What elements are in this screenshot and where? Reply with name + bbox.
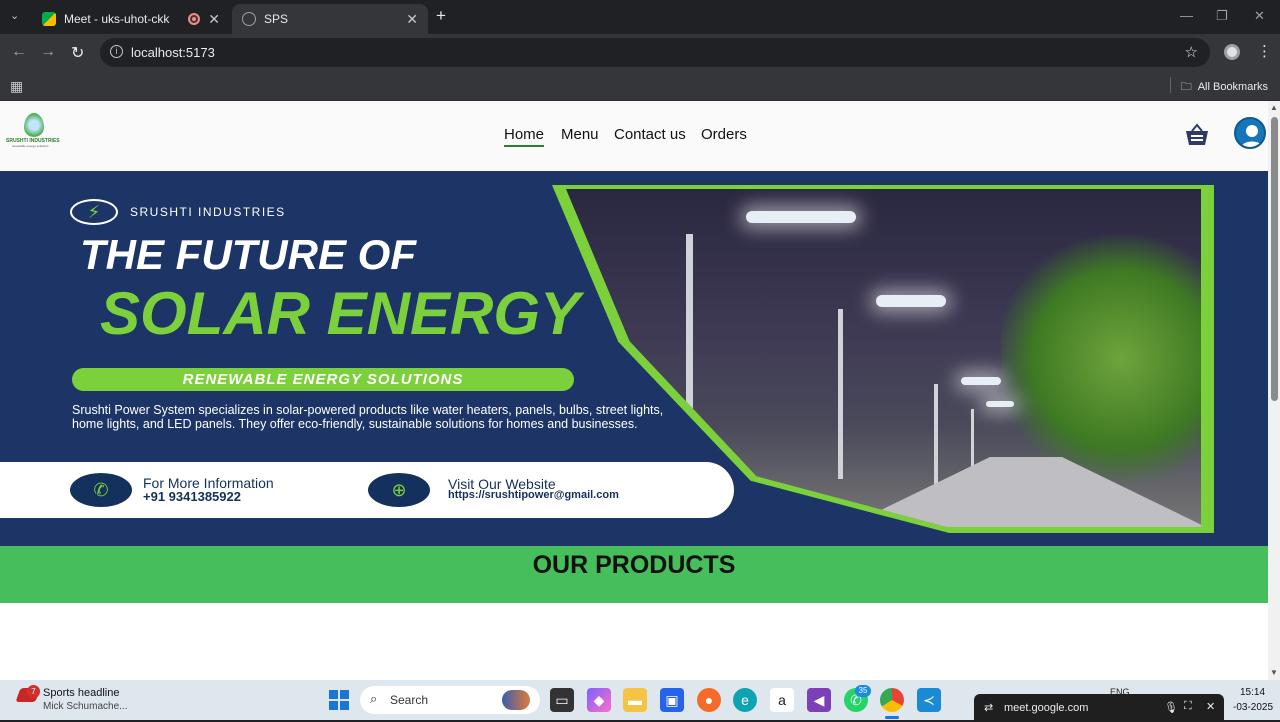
scroll-up-arrow-icon[interactable]: ▲	[1270, 103, 1278, 112]
nav-contact-us[interactable]: Contact us	[614, 126, 686, 143]
browser-toolbar: ← → ↻ i localhost:5173 ☆ ⋮	[0, 34, 1280, 71]
bookmarks-divider	[1170, 77, 1171, 93]
meet-label: meet.google.com	[1004, 702, 1089, 714]
street-pole	[838, 309, 843, 479]
whatsapp-badge: 35	[855, 685, 871, 697]
file-explorer-icon[interactable]: ▬	[623, 688, 647, 712]
close-tab-icon[interactable]: ✕	[406, 11, 418, 28]
taskbar-search[interactable]: ⌕ Search	[360, 686, 540, 714]
reload-icon[interactable]: ↻	[71, 43, 84, 63]
amazon-icon[interactable]: a	[770, 688, 794, 712]
web-page: SRUSHTI INDUSTRIES renewable energy solu…	[0, 101, 1268, 680]
products-section-header: OUR PRODUCTS	[0, 546, 1268, 603]
more-menu-icon[interactable]: ⋮	[1257, 42, 1272, 60]
sharing-settings-icon[interactable]: ⇄	[984, 701, 993, 714]
tab-sps-title: SPS	[264, 12, 289, 26]
lightning-bolt-icon: ⚡	[70, 199, 118, 225]
street-pole	[934, 384, 938, 484]
copilot-icon[interactable]: ◆	[587, 688, 611, 712]
website-value: https://srushtipower@gmail.com	[448, 489, 619, 501]
search-icon: ⌕	[370, 691, 378, 706]
banner-pill: RENEWABLE ENERGY SOLUTIONS	[72, 368, 574, 391]
task-view-icon[interactable]: ▭	[550, 688, 574, 712]
nav-menu[interactable]: Menu	[561, 126, 599, 143]
tab-sps[interactable]: SPS ✕	[232, 4, 428, 34]
news-badge: 7	[27, 685, 40, 698]
chrome-active-indicator	[885, 716, 899, 719]
minimize-icon[interactable]: —	[1180, 8, 1193, 23]
browser-tab-strip: ⌄ Meet - uks-uhot-ckk ✕ SPS ✕ + — ❐ ✕	[0, 0, 1280, 34]
new-tab-plus-icon[interactable]: +	[436, 6, 446, 26]
street-pole	[686, 234, 693, 474]
back-arrow-icon[interactable]: ←	[11, 43, 27, 61]
tab-search-dropdown-icon[interactable]: ⌄	[10, 9, 19, 22]
phone-icon: ✆	[70, 473, 132, 507]
meet-sharing-bar: ⇄ meet.google.com 🎙 ⛶ ✕	[974, 694, 1224, 722]
banner-contact-strip: ✆ For More Information +91 9341385922 ⊕ …	[0, 462, 734, 518]
nav-orders[interactable]: Orders	[701, 126, 747, 143]
close-tab-icon[interactable]: ✕	[208, 11, 220, 28]
all-bookmarks[interactable]: 🗀 All Bookmarks	[1181, 78, 1268, 97]
search-highlight-icon	[502, 690, 530, 710]
clock-date[interactable]: -03-2025	[1233, 702, 1273, 713]
close-sharing-icon[interactable]: ✕	[1206, 700, 1215, 713]
bookmark-star-icon[interactable]: ☆	[1185, 43, 1198, 61]
hero-banner: ⚡ SRUSHTI INDUSTRIES THE FUTURE OF SOLAR…	[0, 171, 1268, 546]
windows-taskbar: 7 Sports headline Mick Schumache... ⌕ Se…	[0, 680, 1280, 722]
nav-home[interactable]: Home	[504, 126, 545, 147]
forward-arrow-icon[interactable]: →	[40, 43, 56, 61]
profile-avatar-icon[interactable]	[1224, 44, 1240, 60]
page-scrollbar[interactable]: ▲ ▼	[1268, 101, 1280, 680]
street-lamp	[746, 211, 856, 223]
clock-time[interactable]: 15:14	[1240, 687, 1265, 698]
logo-tagline: renewable energy solutions	[12, 144, 49, 148]
all-bookmarks-label: All Bookmarks	[1197, 81, 1268, 93]
bookmarks-bar: ▦ 🗀 All Bookmarks	[0, 71, 1280, 101]
news-title[interactable]: Sports headline	[43, 687, 119, 699]
edge-icon[interactable]: e	[733, 688, 757, 712]
site-navbar: SRUSHTI INDUSTRIES renewable energy solu…	[0, 101, 1268, 171]
trees	[1001, 229, 1201, 489]
site-info-icon[interactable]: i	[110, 45, 123, 58]
meet-favicon-icon	[42, 12, 56, 26]
apps-grid-icon[interactable]: ▦	[10, 78, 23, 95]
firefox-icon[interactable]: ●	[697, 688, 721, 712]
microphone-icon[interactable]: 🎙	[1164, 701, 1178, 714]
fullscreen-icon[interactable]: ⛶	[1184, 700, 1192, 713]
tab-meet-title: Meet - uks-uhot-ckk	[64, 12, 170, 26]
globe-icon: ⊕	[368, 473, 430, 507]
chrome-icon[interactable]	[880, 688, 904, 712]
leaf-drop-icon	[24, 113, 44, 137]
news-subtitle[interactable]: Mick Schumache...	[43, 701, 127, 712]
scrollbar-thumb[interactable]	[1271, 117, 1278, 401]
banner-headline-2: SOLAR ENERGY	[100, 280, 581, 347]
globe-favicon-icon	[242, 12, 256, 26]
maximize-icon[interactable]: ❐	[1216, 8, 1228, 24]
recording-icon	[188, 13, 200, 25]
close-window-icon[interactable]: ✕	[1254, 8, 1265, 24]
windows-start-icon[interactable]	[329, 690, 349, 710]
banner-brand: SRUSHTI INDUSTRIES	[130, 205, 286, 219]
address-url[interactable]: localhost:5173	[131, 45, 215, 60]
visual-studio-icon[interactable]: ◀	[807, 688, 831, 712]
tab-meet[interactable]: Meet - uks-uhot-ckk ✕	[32, 4, 230, 34]
cart-basket-icon[interactable]	[1184, 123, 1210, 145]
store-icon[interactable]: ▣	[660, 688, 684, 712]
street-lamp	[876, 295, 946, 307]
folder-icon: 🗀	[1180, 81, 1192, 93]
vscode-icon[interactable]: ≺	[917, 688, 941, 712]
street-lamp	[961, 377, 1001, 385]
user-profile-icon[interactable]	[1234, 117, 1266, 149]
language-indicator[interactable]: ENG	[1110, 687, 1130, 697]
street-lamp	[986, 401, 1014, 407]
taskbar-search-placeholder: Search	[390, 693, 429, 707]
contact-phone: +91 9341385922	[143, 489, 241, 504]
products-heading: OUR PRODUCTS	[532, 551, 736, 579]
banner-description: Srushti Power System specializes in sola…	[72, 403, 664, 431]
banner-headline-1: THE FUTURE OF	[80, 231, 416, 278]
scroll-down-arrow-icon[interactable]: ▼	[1270, 668, 1278, 677]
address-bar[interactable]: i localhost:5173 ☆	[100, 38, 1210, 67]
site-logo[interactable]: SRUSHTI INDUSTRIES renewable energy solu…	[6, 113, 62, 149]
